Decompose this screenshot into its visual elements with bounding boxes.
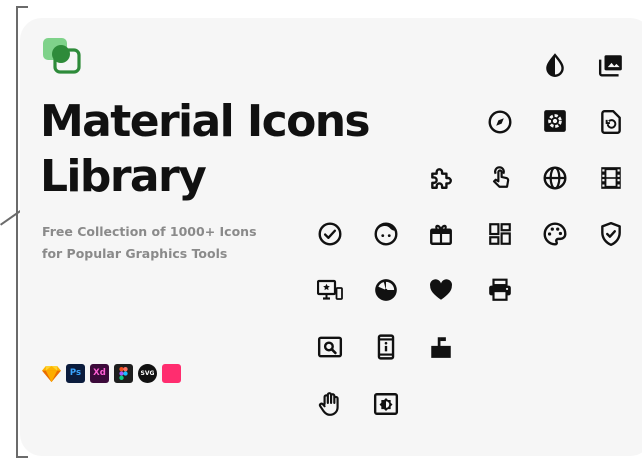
- mailbox-icon: [427, 333, 455, 361]
- gift-icon: [427, 220, 455, 248]
- restore-page-icon: [597, 108, 625, 136]
- extension-puzzle-icon: [427, 164, 455, 192]
- shield-check-icon: [597, 220, 625, 248]
- sketch-badge: [42, 364, 61, 383]
- title-line-1: Material Icons: [40, 96, 371, 147]
- phone-info-icon: [372, 333, 400, 361]
- face-icon: [372, 220, 400, 248]
- tool-badges: Ps Xd SVG: [42, 363, 181, 383]
- movie-film-icon: [597, 164, 625, 192]
- subtitle: Free Collection of 1000+ Icons for Popul…: [42, 221, 302, 265]
- photo-library-icon: [597, 51, 625, 79]
- library-logo: [40, 36, 84, 76]
- hand-pan-icon: [316, 390, 344, 418]
- subtitle-line-2: for Popular Graphics Tools: [42, 246, 228, 261]
- pie-chart-icon: [372, 276, 400, 304]
- dashboard-icon: [486, 220, 514, 248]
- title-line-2: Library: [40, 151, 207, 202]
- settings-square-icon: [541, 107, 569, 135]
- pink-square-badge: [162, 363, 181, 383]
- photoshop-badge: Ps: [66, 363, 85, 383]
- check-circle-icon: [316, 220, 344, 248]
- print-icon: [486, 276, 514, 304]
- brightness-box-icon: [372, 390, 400, 418]
- desktop-star-icon: [316, 276, 344, 304]
- svg-badge: SVG: [138, 363, 157, 383]
- palette-icon: [541, 220, 569, 248]
- invert-colors-icon: [541, 52, 569, 80]
- language-globe-icon: [541, 164, 569, 192]
- compass-icon: [486, 108, 514, 136]
- favorite-heart-icon: [427, 276, 455, 304]
- touch-app-icon: [486, 163, 514, 191]
- xd-badge: Xd: [90, 363, 109, 383]
- canvas: Material Icons Library Free Collection o…: [0, 0, 642, 463]
- page-title: Material Icons Library: [40, 94, 420, 204]
- figma-badge: [114, 363, 133, 383]
- subtitle-line-1: Free Collection of 1000+ Icons: [42, 224, 257, 239]
- image-search-icon: [316, 333, 344, 361]
